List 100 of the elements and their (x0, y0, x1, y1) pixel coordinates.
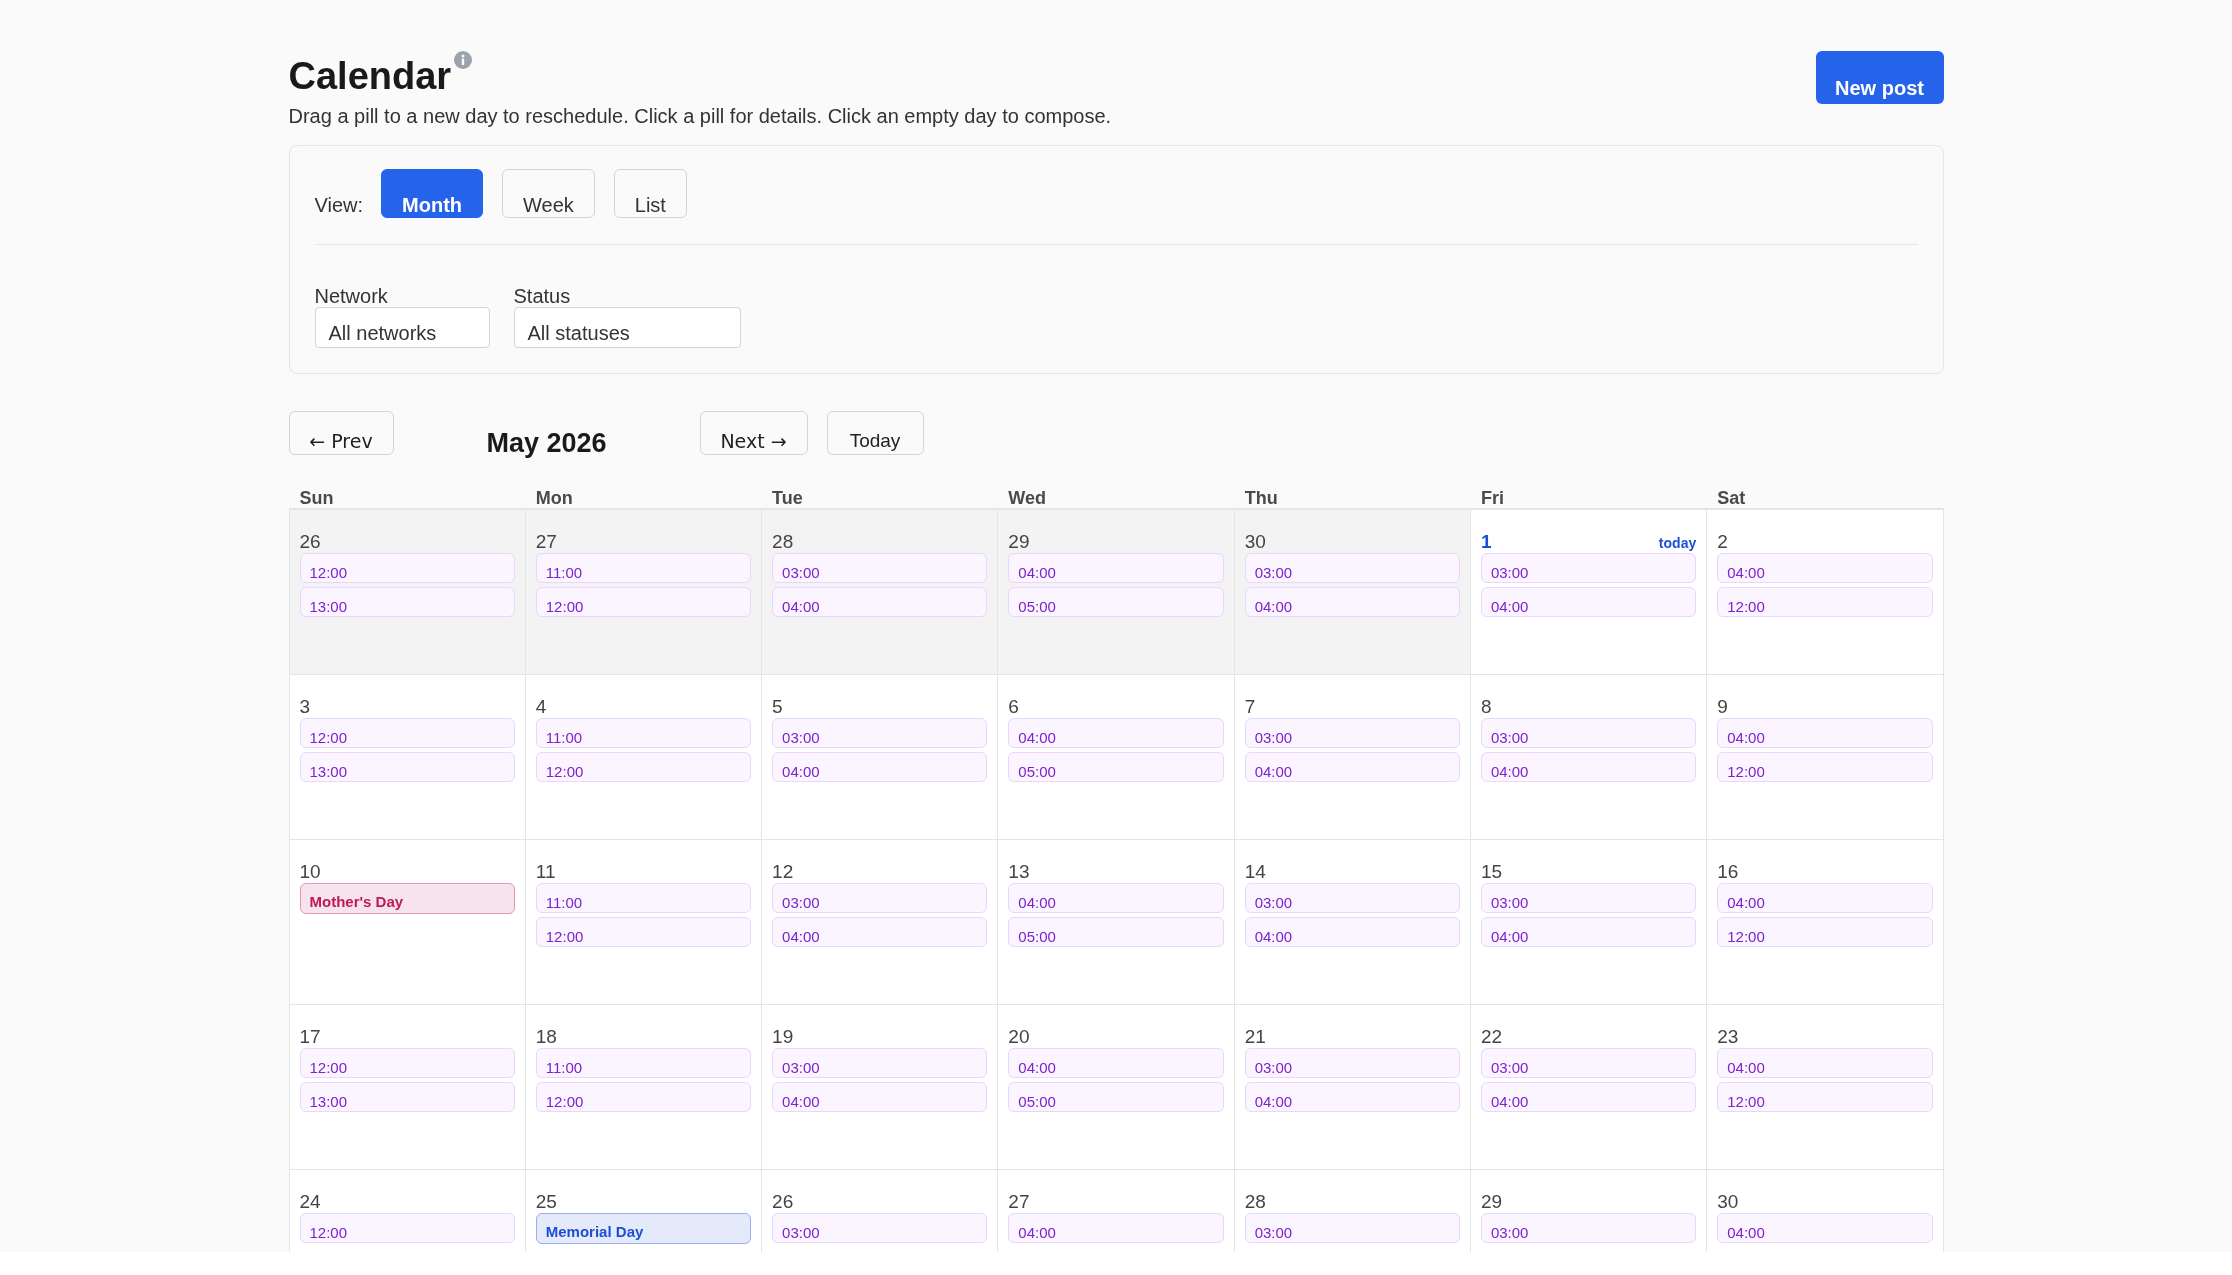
view-tab[interactable]: Month (381, 169, 484, 218)
day-cell[interactable]: 29 04:00 05:00 (998, 510, 1235, 675)
post-pill[interactable]: 13:00 (299, 752, 515, 782)
post-pill[interactable]: 03:00 (1244, 553, 1460, 583)
day-cell[interactable]: 26 03:00 (762, 1170, 999, 1252)
post-pill[interactable]: 12:00 (535, 587, 752, 617)
day-cell[interactable]: 4 11:00 12:00 (525, 675, 763, 840)
post-pill[interactable]: 04:00 (1008, 1213, 1224, 1243)
prev-button[interactable]: ← Prev (288, 411, 394, 455)
day-cell[interactable]: 8 03:00 04:00 (1470, 675, 1708, 840)
day-cell[interactable]: 28 03:00 (1234, 1170, 1471, 1252)
day-cell[interactable]: 16 04:00 12:00 (1707, 840, 1944, 1005)
post-pill[interactable]: 12:00 (1717, 587, 1933, 617)
post-pill[interactable]: 04:00 (1717, 883, 1933, 913)
post-pill[interactable]: 12:00 (535, 752, 752, 782)
post-pill[interactable]: 04:00 (1008, 718, 1224, 748)
post-pill[interactable]: 03:00 (1480, 883, 1697, 913)
day-cell[interactable]: 13 04:00 05:00 (998, 840, 1235, 1005)
post-pill[interactable]: 03:00 (1244, 883, 1460, 913)
day-cell[interactable]: 11 11:00 12:00 (525, 840, 763, 1005)
post-pill[interactable]: 11:00 (535, 883, 752, 913)
new-post-button[interactable]: New post (1815, 51, 1944, 104)
post-pill[interactable]: 05:00 (1008, 752, 1224, 782)
day-cell[interactable]: 7 03:00 04:00 (1234, 675, 1471, 840)
post-pill[interactable]: 04:00 (1480, 752, 1697, 782)
day-cell[interactable]: 27 11:00 12:00 (525, 510, 763, 675)
next-button[interactable]: Next → (699, 411, 808, 455)
post-pill[interactable]: 04:00 (1244, 587, 1460, 617)
post-pill[interactable]: 04:00 (1244, 1082, 1460, 1112)
post-pill[interactable]: 12:00 (299, 553, 515, 583)
post-pill[interactable]: 03:00 (1244, 718, 1460, 748)
post-pill[interactable]: 04:00 (1008, 1048, 1224, 1078)
day-cell[interactable]: 27 04:00 (998, 1170, 1235, 1252)
day-cell[interactable]: 28 03:00 04:00 (762, 510, 999, 675)
day-cell[interactable]: 24 12:00 (289, 1170, 526, 1252)
post-pill[interactable]: 03:00 (1244, 1048, 1460, 1078)
post-pill[interactable]: 05:00 (1008, 587, 1224, 617)
post-pill[interactable]: 04:00 (1480, 917, 1697, 947)
view-tab[interactable]: Week (502, 169, 595, 218)
day-cell[interactable]: 18 11:00 12:00 (525, 1005, 763, 1170)
day-cell[interactable]: 30 04:00 (1707, 1170, 1944, 1252)
day-cell[interactable]: 14 03:00 04:00 (1234, 840, 1471, 1005)
day-cell[interactable]: 20 04:00 05:00 (998, 1005, 1235, 1170)
post-pill[interactable]: 03:00 (1244, 1213, 1460, 1243)
post-pill[interactable]: 03:00 (1480, 553, 1697, 583)
post-pill[interactable]: 04:00 (1244, 917, 1460, 947)
filter-select[interactable]: All networks (314, 307, 490, 348)
post-pill[interactable]: 04:00 (1717, 553, 1933, 583)
post-pill[interactable]: 11:00 (535, 718, 752, 748)
post-pill[interactable]: 13:00 (299, 587, 515, 617)
day-cell[interactable]: 22 03:00 04:00 (1470, 1005, 1708, 1170)
post-pill[interactable]: 04:00 (772, 587, 988, 617)
day-cell[interactable]: 3 12:00 13:00 (289, 675, 526, 840)
holiday-pill[interactable]: Mother's Day (299, 883, 515, 914)
post-pill[interactable]: 04:00 (1717, 718, 1933, 748)
post-pill[interactable]: 12:00 (535, 917, 752, 947)
post-pill[interactable]: 03:00 (772, 718, 988, 748)
day-cell[interactable]: 30 03:00 04:00 (1234, 510, 1471, 675)
post-pill[interactable]: 11:00 (535, 1048, 752, 1078)
day-cell[interactable]: 29 03:00 (1470, 1170, 1708, 1252)
day-cell[interactable]: 5 03:00 04:00 (762, 675, 999, 840)
post-pill[interactable]: 12:00 (299, 718, 515, 748)
post-pill[interactable]: 05:00 (1008, 917, 1224, 947)
post-pill[interactable]: 04:00 (1008, 553, 1224, 583)
post-pill[interactable]: 03:00 (772, 883, 988, 913)
post-pill[interactable]: 12:00 (535, 1082, 752, 1112)
post-pill[interactable]: 12:00 (1717, 917, 1933, 947)
day-cell[interactable]: 9 04:00 12:00 (1707, 675, 1944, 840)
filter-select[interactable]: All statuses (513, 307, 741, 348)
post-pill[interactable]: 04:00 (772, 752, 988, 782)
post-pill[interactable]: 13:00 (299, 1082, 515, 1112)
post-pill[interactable]: 04:00 (1717, 1048, 1933, 1078)
day-cell[interactable]: 2 04:00 12:00 (1707, 510, 1944, 675)
post-pill[interactable]: 03:00 (772, 1048, 988, 1078)
post-pill[interactable]: 04:00 (772, 917, 988, 947)
day-cell[interactable]: 1 today 03:00 04:00 (1470, 510, 1708, 675)
post-pill[interactable]: 04:00 (1717, 1213, 1933, 1243)
post-pill[interactable]: 03:00 (1480, 718, 1697, 748)
post-pill[interactable]: 12:00 (1717, 752, 1933, 782)
day-cell[interactable]: 23 04:00 12:00 (1707, 1005, 1944, 1170)
post-pill[interactable]: 12:00 (299, 1213, 515, 1243)
post-pill[interactable]: 04:00 (1244, 752, 1460, 782)
holiday-pill[interactable]: Memorial Day (535, 1213, 752, 1244)
day-cell[interactable]: 12 03:00 04:00 (762, 840, 999, 1005)
day-cell[interactable]: 21 03:00 04:00 (1234, 1005, 1471, 1170)
post-pill[interactable]: 03:00 (1480, 1048, 1697, 1078)
post-pill[interactable]: 04:00 (772, 1082, 988, 1112)
day-cell[interactable]: 26 12:00 13:00 (289, 510, 526, 675)
post-pill[interactable]: 12:00 (299, 1048, 515, 1078)
post-pill[interactable]: 11:00 (535, 553, 752, 583)
day-cell[interactable]: 15 03:00 04:00 (1470, 840, 1708, 1005)
day-cell[interactable]: 25 Memorial Day (525, 1170, 763, 1252)
post-pill[interactable]: 04:00 (1008, 883, 1224, 913)
post-pill[interactable]: 03:00 (772, 1213, 988, 1243)
post-pill[interactable]: 04:00 (1480, 587, 1697, 617)
view-tab[interactable]: List (613, 169, 687, 218)
post-pill[interactable]: 12:00 (1717, 1082, 1933, 1112)
day-cell[interactable]: 10 Mother's Day (289, 840, 526, 1005)
day-cell[interactable]: 19 03:00 04:00 (762, 1005, 999, 1170)
day-cell[interactable]: 6 04:00 05:00 (998, 675, 1235, 840)
